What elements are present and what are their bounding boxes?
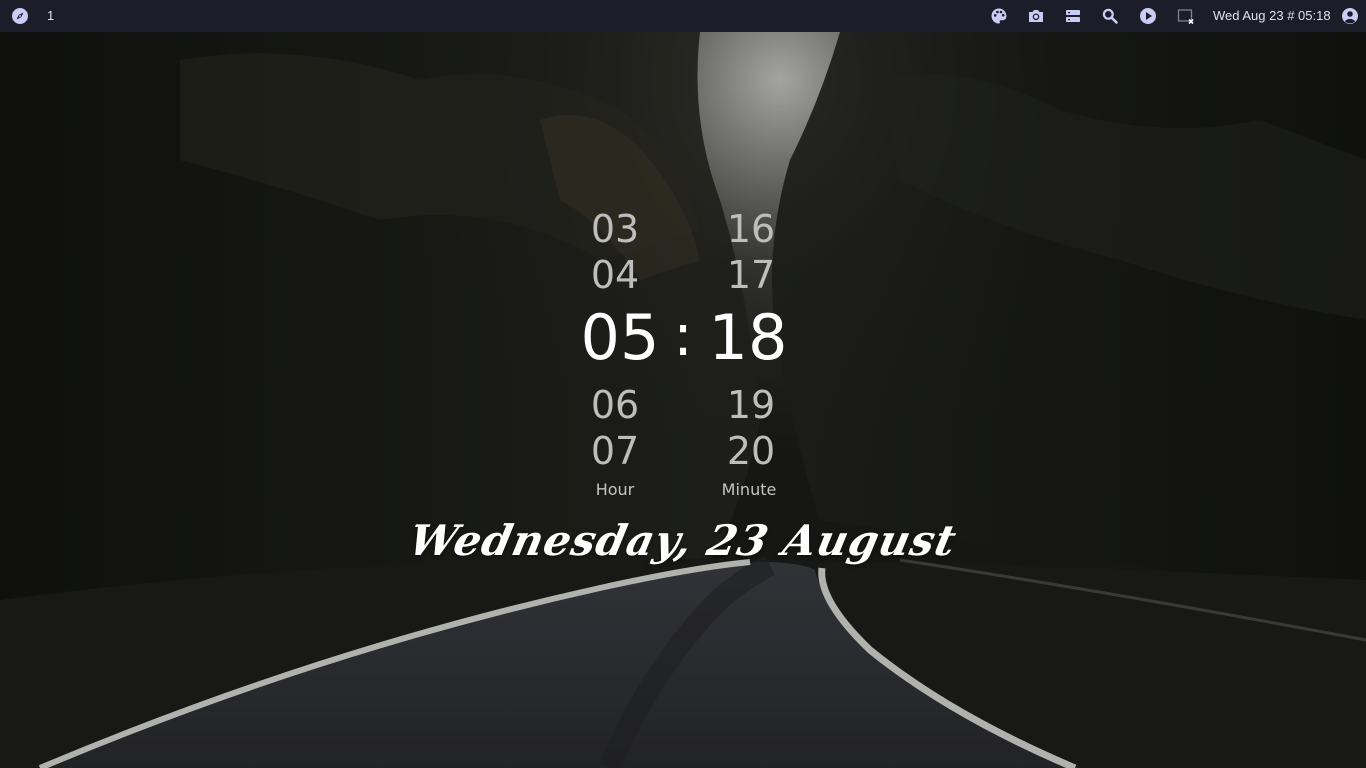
search-icon[interactable] xyxy=(1101,7,1119,25)
time-separator: : xyxy=(673,301,693,369)
minute-prev-2: 16 xyxy=(726,207,776,251)
hour-prev-2: 03 xyxy=(590,207,640,251)
top-bar: 1 Wed Aug 23 # 05:18 xyxy=(0,0,1366,32)
hour-prev-1: 04 xyxy=(590,253,640,297)
hour-label: Hour xyxy=(595,480,635,499)
hour-current: 05 xyxy=(580,301,660,374)
palette-icon[interactable] xyxy=(990,7,1008,25)
minute-prev-1: 17 xyxy=(726,253,776,297)
date-text: Wednesday, 23 August xyxy=(404,516,962,565)
camera-icon[interactable] xyxy=(1027,7,1045,25)
minute-next-1: 19 xyxy=(726,383,776,427)
play-icon[interactable] xyxy=(1139,7,1157,25)
user-icon[interactable] xyxy=(1341,7,1359,25)
wallpaper xyxy=(0,0,1366,768)
compass-icon[interactable] xyxy=(11,7,29,25)
workspace-indicator[interactable]: 1 xyxy=(47,8,54,23)
minute-current: 18 xyxy=(708,301,788,374)
hour-next-2: 07 xyxy=(590,429,640,473)
layout-icon[interactable] xyxy=(1064,7,1082,25)
desktop: 1 Wed Aug 23 # 05:18 03 04 05 06 07 Hour… xyxy=(0,0,1366,768)
hour-next-1: 06 xyxy=(590,383,640,427)
minute-label: Minute xyxy=(721,480,777,499)
minute-next-2: 20 xyxy=(726,429,776,473)
window-close-icon[interactable] xyxy=(1177,7,1195,25)
topbar-clock[interactable]: Wed Aug 23 # 05:18 xyxy=(1213,8,1331,23)
